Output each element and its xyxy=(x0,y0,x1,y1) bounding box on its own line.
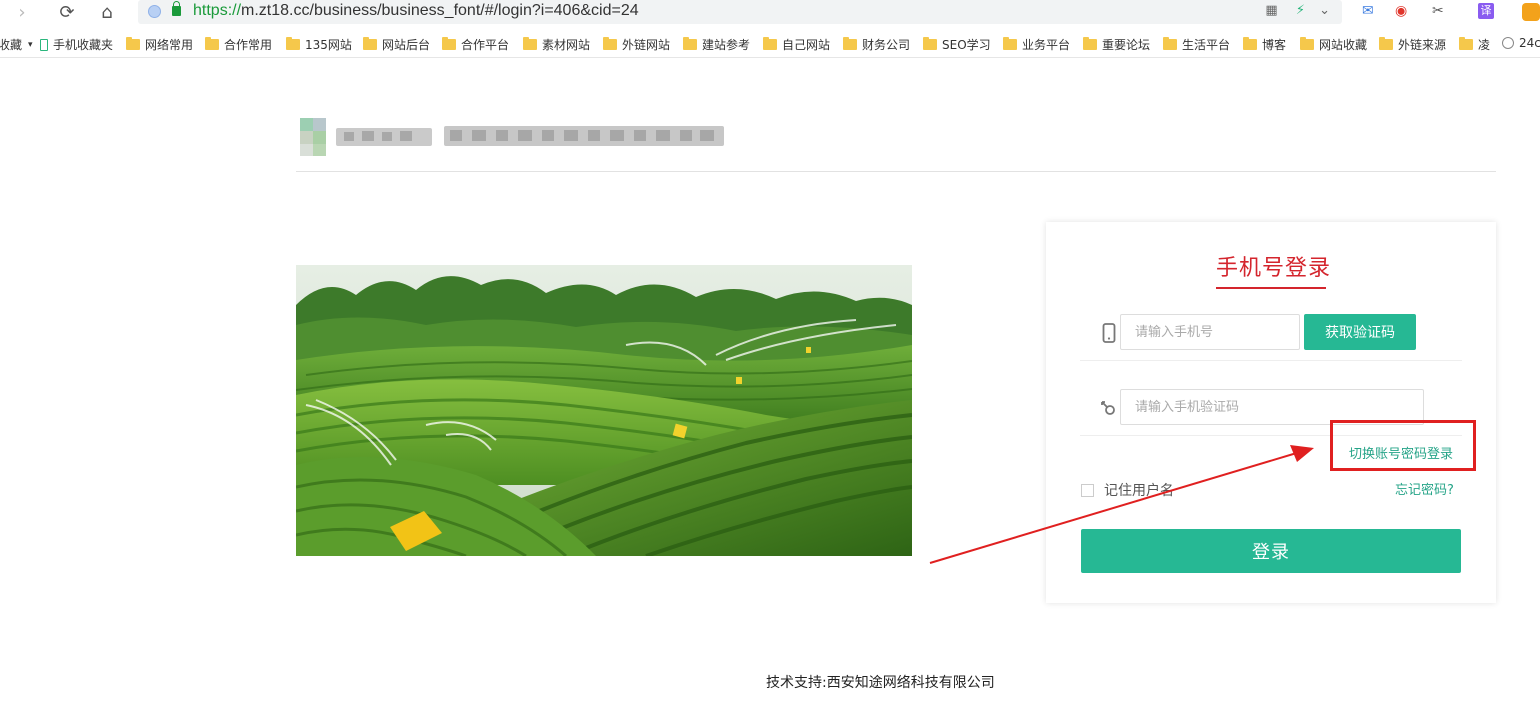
bookmark-label: 业务平台 xyxy=(1022,38,1071,52)
site-logo xyxy=(300,118,732,156)
bookmark-item[interactable]: 财务公司 xyxy=(843,36,910,53)
bookmark-label: 合作平台 xyxy=(461,38,510,52)
bookmark-item[interactable]: 业务平台 xyxy=(1003,36,1070,53)
folder-icon xyxy=(603,37,617,50)
bookmark-item[interactable]: 建站参考 xyxy=(683,36,750,53)
phone-input[interactable] xyxy=(1120,314,1300,350)
bookmark-item[interactable]: 网站后台 xyxy=(363,36,430,53)
bookmark-label: 凌 xyxy=(1478,38,1491,52)
weibo-icon[interactable]: ◉ xyxy=(1395,3,1407,19)
remember-username[interactable]: 记住用户名 xyxy=(1081,480,1174,500)
bookmark-label: 24c xyxy=(1519,36,1540,50)
caret-down-icon: ▾ xyxy=(28,39,33,50)
bookmark-label: 生活平台 xyxy=(1182,38,1231,52)
row-divider xyxy=(1080,360,1462,361)
bookmark-label: SEO学习 xyxy=(942,38,991,52)
forgot-password-link[interactable]: 忘记密码? xyxy=(1395,479,1454,498)
site-icon xyxy=(148,5,161,18)
bookmark-item[interactable]: 24c xyxy=(1502,36,1540,50)
login-submit-button[interactable]: 登录 xyxy=(1081,529,1461,573)
browser-toolbar: › ⟳ ⌂ https://m.zt18.cc/business/busines… xyxy=(0,0,1540,28)
folder-icon xyxy=(1379,37,1393,50)
bookmark-label: 网站后台 xyxy=(382,38,431,52)
bookmark-item[interactable]: 素材网站 xyxy=(523,36,590,53)
scissors-icon[interactable]: ✂ xyxy=(1432,3,1444,19)
folder-icon xyxy=(843,37,857,50)
folder-icon xyxy=(683,37,697,50)
bookmark-item[interactable]: 合作常用 xyxy=(205,36,272,53)
lock-icon xyxy=(172,1,181,16)
login-title: 手机号登录 xyxy=(1216,256,1332,281)
translate-icon[interactable]: 译 xyxy=(1478,3,1494,19)
bookmark-item[interactable]: 合作平台 xyxy=(442,36,509,53)
qr-icon[interactable]: ▦ xyxy=(1265,3,1277,18)
shield-icon[interactable] xyxy=(1522,3,1540,21)
bookmark-label: 135网站 xyxy=(305,38,352,52)
bookmark-label: 网站收藏 xyxy=(1319,38,1368,52)
folder-icon xyxy=(442,37,456,50)
bookmark-label: 收藏 xyxy=(0,38,23,52)
key-icon xyxy=(1101,401,1115,415)
bookmark-item[interactable]: 网站收藏 xyxy=(1300,36,1367,53)
folder-icon xyxy=(205,37,219,50)
home-icon[interactable]: ⌂ xyxy=(95,2,119,24)
folder-icon xyxy=(763,37,777,50)
lightning-icon[interactable]: ⚡ xyxy=(1296,3,1305,18)
bookmark-item[interactable]: 外链网站 xyxy=(603,36,670,53)
reload-icon[interactable]: ⟳ xyxy=(55,2,79,24)
bookmark-item[interactable]: 网络常用 xyxy=(126,36,193,53)
bookmark-item[interactable]: 凌 xyxy=(1459,36,1490,53)
bookmark-label: 外链来源 xyxy=(1398,38,1447,52)
folder-icon xyxy=(363,37,377,50)
bookmark-label: 手机收藏夹 xyxy=(53,38,114,52)
bookmark-item[interactable]: 135网站 xyxy=(286,36,352,53)
footer-credit: 技术支持:西安知途网络科技有限公司 xyxy=(766,675,995,691)
folder-icon xyxy=(126,37,140,50)
tea-plantation-image xyxy=(296,265,912,556)
folder-icon xyxy=(1003,37,1017,50)
title-underline xyxy=(1216,287,1326,289)
bookmarks-bar: 收藏 ▾ 手机收藏夹 网络常用 合作常用 135网站 网站后台 合作平台 素材网站 外链网站 建站… xyxy=(0,32,1540,58)
folder-icon xyxy=(523,37,537,50)
folder-icon xyxy=(286,37,300,50)
folder-icon xyxy=(1300,37,1314,50)
folder-icon xyxy=(1243,37,1257,50)
forward-icon[interactable]: › xyxy=(10,2,34,24)
phone-icon xyxy=(1102,323,1116,343)
switch-password-login-link[interactable]: 切换账号密码登录 xyxy=(1349,443,1453,462)
address-bar[interactable]: https://m.zt18.cc/business/business_font… xyxy=(138,0,1342,24)
bookmark-item[interactable]: 手机收藏夹 xyxy=(40,36,113,53)
bookmark-label: 博客 xyxy=(1262,38,1287,52)
url-text: https://m.zt18.cc/business/business_font… xyxy=(193,2,639,19)
get-code-button[interactable]: 获取验证码 xyxy=(1304,314,1416,350)
header-divider xyxy=(296,171,1496,172)
bookmark-label: 外链网站 xyxy=(622,38,671,52)
login-card: 手机号登录 获取验证码 切换账号密码登录 记住用户名 忘记密码? 登录 xyxy=(1046,222,1496,603)
bookmark-item[interactable]: 重要论坛 xyxy=(1083,36,1150,53)
bookmark-item[interactable]: 收藏 ▾ xyxy=(0,36,33,53)
folder-icon xyxy=(1163,37,1177,50)
bookmark-item[interactable]: 生活平台 xyxy=(1163,36,1230,53)
bookmark-label: 素材网站 xyxy=(542,38,591,52)
bookmark-label: 财务公司 xyxy=(862,38,911,52)
chevron-down-icon[interactable]: ⌄ xyxy=(1319,3,1330,18)
bookmark-label: 自己网站 xyxy=(782,38,831,52)
mail-icon[interactable]: ✉ xyxy=(1362,3,1374,19)
bookmark-item[interactable]: 自己网站 xyxy=(763,36,830,53)
bookmark-label: 重要论坛 xyxy=(1102,38,1151,52)
remember-label: 记住用户名 xyxy=(1104,483,1174,499)
mobile-icon xyxy=(40,38,48,51)
folder-icon xyxy=(1459,37,1473,50)
bookmark-label: 合作常用 xyxy=(224,38,273,52)
remember-checkbox[interactable] xyxy=(1081,483,1094,497)
folder-icon xyxy=(923,37,937,50)
bookmark-item[interactable]: SEO学习 xyxy=(923,36,991,53)
bookmark-label: 网络常用 xyxy=(145,38,194,52)
globe-icon xyxy=(1502,37,1514,49)
bookmark-label: 建站参考 xyxy=(702,38,751,52)
folder-icon xyxy=(1083,37,1097,50)
bookmark-item[interactable]: 博客 xyxy=(1243,36,1286,53)
bookmark-item[interactable]: 外链来源 xyxy=(1379,36,1446,53)
